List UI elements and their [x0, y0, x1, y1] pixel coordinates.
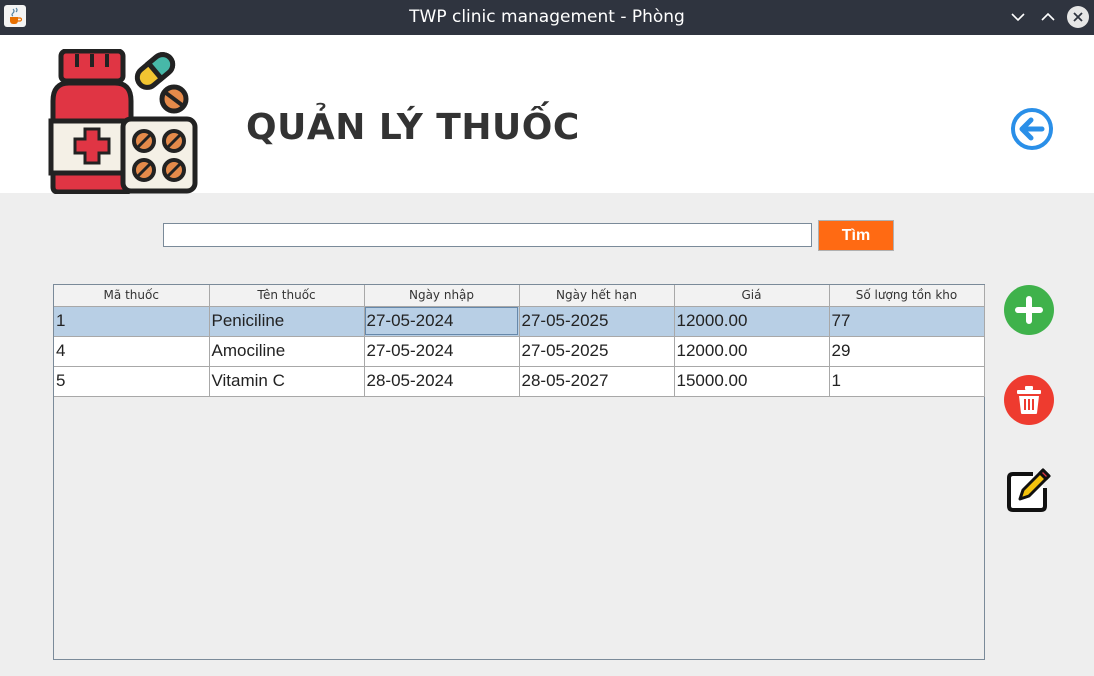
- table-cell[interactable]: 15000.00: [674, 366, 830, 397]
- table-cell[interactable]: 29: [829, 336, 985, 367]
- search-button[interactable]: Tìm: [818, 220, 894, 251]
- minimize-button[interactable]: [1007, 6, 1029, 28]
- medicine-table[interactable]: Mã thuốc Tên thuốc Ngày nhập Ngày hết hạ…: [53, 284, 985, 660]
- table-cell[interactable]: 27-05-2024: [364, 336, 520, 367]
- column-header-gia[interactable]: Giá: [674, 285, 830, 307]
- table-cell[interactable]: Amociline: [209, 336, 365, 367]
- trash-icon: [1017, 386, 1041, 414]
- table-cell[interactable]: 4: [54, 336, 210, 367]
- column-header-so-luong[interactable]: Số lượng tồn kho: [829, 285, 985, 307]
- medicine-logo-icon: [47, 48, 199, 195]
- add-button[interactable]: [1004, 285, 1054, 335]
- delete-button[interactable]: [1004, 375, 1054, 425]
- window-title: TWP clinic management - Phòng: [409, 7, 685, 27]
- page-title: QUẢN LÝ THUỐC: [246, 107, 580, 148]
- window-titlebar: TWP clinic management - Phòng: [0, 0, 1094, 35]
- search-input[interactable]: [163, 223, 812, 247]
- table-cell[interactable]: 27-05-2025: [519, 336, 675, 367]
- column-header-ma-thuoc[interactable]: Mã thuốc: [54, 285, 210, 307]
- plus-icon: [1015, 296, 1043, 324]
- table-cell[interactable]: 77: [829, 306, 985, 337]
- table-cell[interactable]: 1: [829, 366, 985, 397]
- arrow-left-circle-icon: [1011, 108, 1053, 150]
- table-cell[interactable]: 27-05-2024: [364, 306, 520, 337]
- table-header-row: Mã thuốc Tên thuốc Ngày nhập Ngày hết hạ…: [54, 285, 985, 307]
- column-header-ngay-nhap[interactable]: Ngày nhập: [364, 285, 520, 307]
- edit-button[interactable]: [1004, 465, 1054, 515]
- table-cell[interactable]: 27-05-2025: [519, 306, 675, 337]
- column-header-ten-thuoc[interactable]: Tên thuốc: [209, 285, 365, 307]
- table-cell[interactable]: 28-05-2024: [364, 366, 520, 397]
- table-row[interactable]: 5 Vitamin C 28-05-2024 28-05-2027 15000.…: [54, 366, 985, 397]
- close-button[interactable]: [1067, 6, 1089, 28]
- table-cell[interactable]: Peniciline: [209, 306, 365, 337]
- table-row[interactable]: 4 Amociline 27-05-2024 27-05-2025 12000.…: [54, 336, 985, 367]
- edit-icon: [1007, 468, 1051, 512]
- table-cell[interactable]: Vitamin C: [209, 366, 365, 397]
- column-header-ngay-het-han[interactable]: Ngày hết hạn: [519, 285, 675, 307]
- back-button[interactable]: [1009, 106, 1055, 152]
- page-header: QUẢN LÝ THUỐC: [0, 35, 1094, 195]
- table-cell[interactable]: 12000.00: [674, 336, 830, 367]
- table-cell[interactable]: 1: [54, 306, 210, 337]
- maximize-button[interactable]: [1037, 6, 1059, 28]
- table-cell[interactable]: 28-05-2027: [519, 366, 675, 397]
- table-cell[interactable]: 5: [54, 366, 210, 397]
- table-row[interactable]: 1 Peniciline 27-05-2024 27-05-2025 12000…: [54, 306, 985, 337]
- table-cell[interactable]: 12000.00: [674, 306, 830, 337]
- table-empty-area: [54, 397, 984, 659]
